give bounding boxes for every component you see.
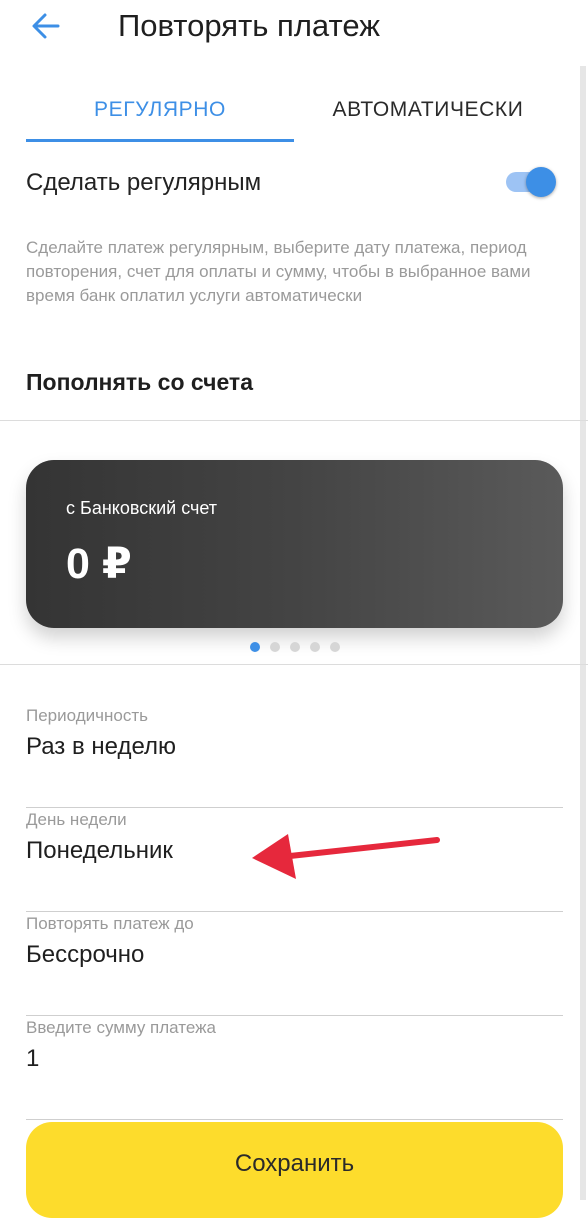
save-button[interactable]: Сохранить (26, 1122, 563, 1218)
save-button-label: Сохранить (234, 1150, 355, 1177)
active-tab-indicator (26, 139, 294, 142)
tab-automatic[interactable]: АВТОМАТИЧЕСКИ (310, 92, 546, 128)
periodicity-field[interactable]: Периодичность Раз в неделю (26, 704, 563, 808)
scrollbar[interactable] (580, 66, 586, 1200)
repeat-until-label: Повторять платеж до (26, 914, 194, 933)
carousel-dot[interactable] (310, 642, 320, 652)
back-button[interactable] (26, 6, 66, 46)
make-regular-toggle[interactable] (500, 162, 562, 202)
tab-regular[interactable]: РЕГУЛЯРНО (26, 92, 294, 128)
repeat-until-field[interactable]: Повторять платеж до Бессрочно (26, 912, 563, 1016)
field-underline (26, 1119, 563, 1120)
toggle-knob (526, 167, 556, 197)
account-card-balance: 0 ₽ (66, 540, 132, 588)
amount-field[interactable]: Введите сумму платежа 1 (26, 1016, 563, 1120)
divider (0, 664, 588, 665)
weekday-label: День недели (26, 810, 127, 829)
divider (0, 420, 588, 421)
amount-value[interactable]: 1 (26, 1042, 39, 1076)
account-card[interactable]: с Банковский счет 0 ₽ (26, 460, 563, 628)
carousel-indicator (250, 642, 340, 652)
weekday-value: Понедельник (26, 837, 173, 864)
account-card-label: с Банковский счет (66, 498, 218, 518)
make-regular-label: Сделать регулярным (26, 169, 262, 196)
periodicity-value: Раз в неделю (26, 733, 177, 760)
amount-label: Введите сумму платежа (26, 1018, 216, 1037)
page-title: Повторять платеж (118, 8, 380, 43)
repeat-until-value: Бессрочно (26, 941, 145, 968)
annotation-arrow-icon (252, 834, 440, 879)
carousel-dot[interactable] (250, 642, 260, 652)
source-account-title: Пополнять со счета (26, 369, 253, 395)
carousel-dot[interactable] (330, 642, 340, 652)
arrow-left-icon (32, 13, 60, 39)
carousel-dot[interactable] (290, 642, 300, 652)
regular-description: Сделайте платеж регулярным, выберите дат… (26, 238, 531, 305)
carousel-dot[interactable] (270, 642, 280, 652)
periodicity-label: Периодичность (26, 706, 148, 725)
